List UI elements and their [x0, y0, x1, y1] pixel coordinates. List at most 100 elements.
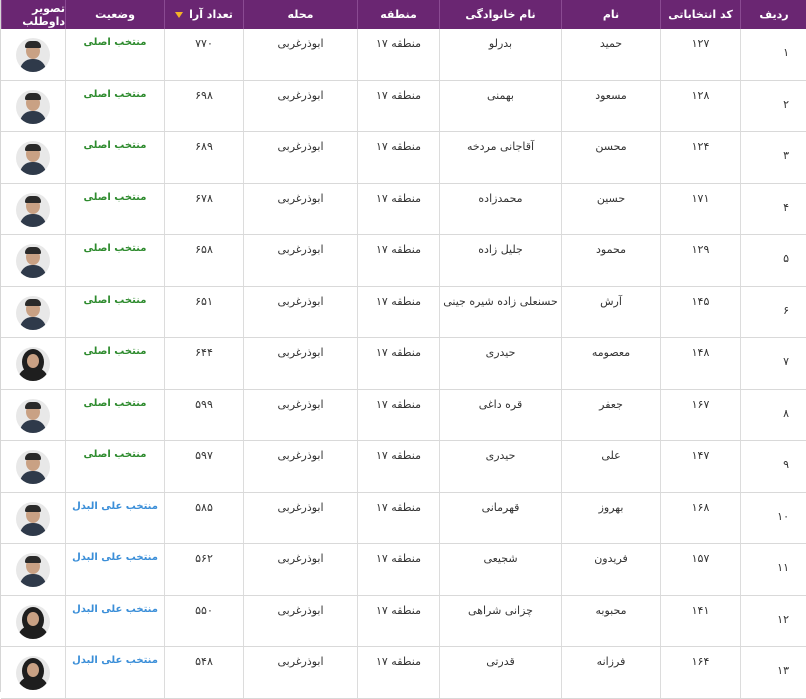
- table-row[interactable]: ۴ ۱۷۱ حسین محمدزاده منطقه ۱۷ ابوذرغربی ۶۷۸ منتخ…: [1, 183, 806, 235]
- cell-photo: [1, 287, 65, 338]
- cell-rank: ۱۳: [740, 647, 806, 698]
- table-row[interactable]: ۱۲ ۱۴۱ محبوبه چزانی شراهی منطقه ۱۷ ابوذرغربی ۵…: [1, 595, 806, 647]
- area-value: ابوذرغربی: [277, 243, 324, 256]
- candidate-avatar-icon[interactable]: [16, 398, 50, 433]
- header-first-name[interactable]: نام: [561, 0, 660, 29]
- first-name-value: محمود: [596, 243, 626, 256]
- cell-status: منتخب اصلی: [65, 132, 164, 183]
- cell-rank: ۳: [740, 132, 806, 183]
- table-row[interactable]: ۱۱ ۱۵۷ فریدون شجیعی منطقه ۱۷ ابوذرغربی ۵۶۲ منتخ…: [1, 544, 806, 596]
- table-row[interactable]: ۱۳ ۱۶۴ فرزانه قدرتی منطقه ۱۷ ابوذرغربی ۵۴۸ منتخ…: [1, 647, 806, 699]
- last-name-value: آقاجانی مردخه: [466, 140, 535, 153]
- candidate-avatar-icon[interactable]: [16, 347, 50, 381]
- table-row[interactable]: ۸ ۱۶۷ جعفر قره داغی منطقه ۱۷ ابوذرغربی ۵۹۹ منتخ…: [1, 389, 806, 441]
- status-badge: منتخب اصلی: [83, 346, 147, 357]
- cell-photo: [1, 441, 65, 492]
- cell-photo: [1, 132, 65, 183]
- rank-value: ۷: [783, 355, 789, 368]
- candidate-avatar-icon[interactable]: [16, 38, 50, 72]
- candidate-avatar-icon[interactable]: [16, 501, 50, 536]
- cell-area: ابوذرغربی: [243, 647, 357, 698]
- candidate-avatar-icon[interactable]: [16, 244, 50, 278]
- cell-area: ابوذرغربی: [243, 29, 357, 80]
- cell-first-name: بهروز: [561, 492, 660, 543]
- rank-value: ۱: [783, 46, 789, 59]
- header-photo[interactable]: تصویر داوطلب: [1, 0, 65, 29]
- area-value: ابوذرغربی: [277, 449, 324, 462]
- candidate-avatar-icon[interactable]: [16, 656, 50, 690]
- cell-code: ۱۲۷: [660, 29, 740, 80]
- area-value: ابوذرغربی: [277, 655, 324, 668]
- candidate-avatar-icon[interactable]: [16, 89, 50, 124]
- last-name-value: حیدری: [485, 346, 516, 359]
- cell-status: منتخب علی البدل: [65, 647, 164, 698]
- votes-value: ۶۸۹: [195, 140, 213, 153]
- table-row[interactable]: ۲ ۱۲۸ مسعود بهمنی منطقه ۱۷ ابوذرغربی ۶۹۸ منتخب …: [1, 80, 806, 132]
- last-name-value: بدرلو: [488, 37, 513, 50]
- cell-status: منتخب اصلی: [65, 389, 164, 440]
- cell-first-name: محبوبه: [561, 595, 660, 646]
- status-badge: منتخب اصلی: [83, 37, 147, 48]
- area-value: ابوذرغربی: [277, 88, 324, 102]
- header-first-label: نام: [602, 8, 620, 21]
- votes-value: ۷۷۰: [195, 37, 213, 50]
- candidate-avatar-icon[interactable]: [16, 192, 50, 227]
- cell-last-name: آقاجانی مردخه: [439, 132, 561, 183]
- status-badge: منتخب اصلی: [83, 88, 147, 100]
- cell-votes: ۵۹۷: [164, 441, 243, 492]
- header-last-name[interactable]: نام خانوادگی: [439, 0, 561, 29]
- header-area-label: محله: [287, 8, 314, 21]
- cell-votes: ۶۵۸: [164, 235, 243, 286]
- votes-value: ۵۹۹: [195, 397, 213, 411]
- zone-value: منطقه ۱۷: [375, 552, 422, 565]
- candidate-avatar-icon[interactable]: [16, 553, 50, 587]
- cell-rank: ۴: [740, 183, 806, 234]
- candidate-avatar-icon[interactable]: [16, 450, 50, 484]
- zone-value: منطقه ۱۷: [375, 294, 422, 308]
- cell-status: منتخب اصلی: [65, 338, 164, 389]
- rank-value: ۶: [783, 303, 789, 317]
- cell-photo: [1, 596, 65, 647]
- header-votes[interactable]: تعداد آرا: [164, 0, 243, 29]
- cell-first-name: محمود: [561, 235, 660, 286]
- table-row[interactable]: ۱ ۱۲۷ حمید بدرلو منطقه ۱۷ ابوذرغربی ۷۷۰ منتخب ا…: [1, 29, 806, 81]
- area-value: ابوذرغربی: [277, 603, 324, 617]
- header-status[interactable]: وضعیت: [65, 0, 164, 29]
- cell-area: ابوذرغربی: [243, 183, 357, 234]
- area-value: ابوذرغربی: [277, 500, 324, 514]
- cell-status: منتخب اصلی: [65, 235, 164, 286]
- table-row[interactable]: ۷ ۱۴۸ معصومه حیدری منطقه ۱۷ ابوذرغربی ۶۴۴ منتخب…: [1, 338, 806, 390]
- header-zone[interactable]: منطقه: [357, 0, 439, 29]
- cell-zone: منطقه ۱۷: [357, 338, 439, 389]
- cell-last-name: قره داغی: [439, 389, 561, 440]
- candidate-avatar-icon[interactable]: [16, 604, 50, 639]
- cell-rank: ۹: [740, 441, 806, 492]
- cell-photo: [1, 184, 65, 235]
- area-value: ابوذرغربی: [277, 346, 324, 359]
- table-row[interactable]: ۱۰ ۱۶۸ بهروز قهرمانی منطقه ۱۷ ابوذرغربی ۵۸۵ منت…: [1, 492, 806, 544]
- cell-rank: ۵: [740, 235, 806, 286]
- code-value: ۱۵۷: [691, 552, 710, 565]
- cell-photo: [1, 390, 65, 441]
- cell-last-name: حیدری: [439, 338, 561, 389]
- candidate-avatar-icon[interactable]: [16, 295, 50, 330]
- header-area[interactable]: محله: [243, 0, 357, 29]
- votes-value: ۵۶۲: [195, 552, 213, 565]
- header-rank[interactable]: ردیف: [740, 0, 806, 29]
- candidate-avatar-icon[interactable]: [16, 141, 50, 175]
- table-row[interactable]: ۵ ۱۲۹ محمود جلیل زاده منطقه ۱۷ ابوذرغربی ۶۵۸ من…: [1, 235, 806, 287]
- area-value: ابوذرغربی: [277, 552, 324, 565]
- cell-code: ۱۴۵: [660, 286, 740, 337]
- table-row[interactable]: ۶ ۱۴۵ آرش حسنعلی زاده شیره جینی منطقه ۱۷ ابوذ…: [1, 286, 806, 338]
- header-code[interactable]: کد انتخاباتی: [660, 0, 740, 29]
- cell-zone: منطقه ۱۷: [357, 595, 439, 646]
- votes-value: ۶۹۸: [195, 88, 213, 102]
- code-value: ۱۲۴: [691, 140, 710, 153]
- sort-desc-icon[interactable]: [175, 11, 184, 18]
- table-row[interactable]: ۹ ۱۴۷ علی حیدری منطقه ۱۷ ابوذرغربی ۵۹۷ منتخب اص…: [1, 441, 806, 493]
- table-row[interactable]: ۳ ۱۲۴ محسن آقاجانی مردخه منطقه ۱۷ ابوذرغربی ۶۸…: [1, 132, 806, 184]
- cell-first-name: فریدون: [561, 544, 660, 595]
- status-badge: منتخب اصلی: [83, 243, 147, 254]
- area-value: ابوذرغربی: [277, 37, 324, 50]
- rank-value: ۱۲: [777, 612, 789, 626]
